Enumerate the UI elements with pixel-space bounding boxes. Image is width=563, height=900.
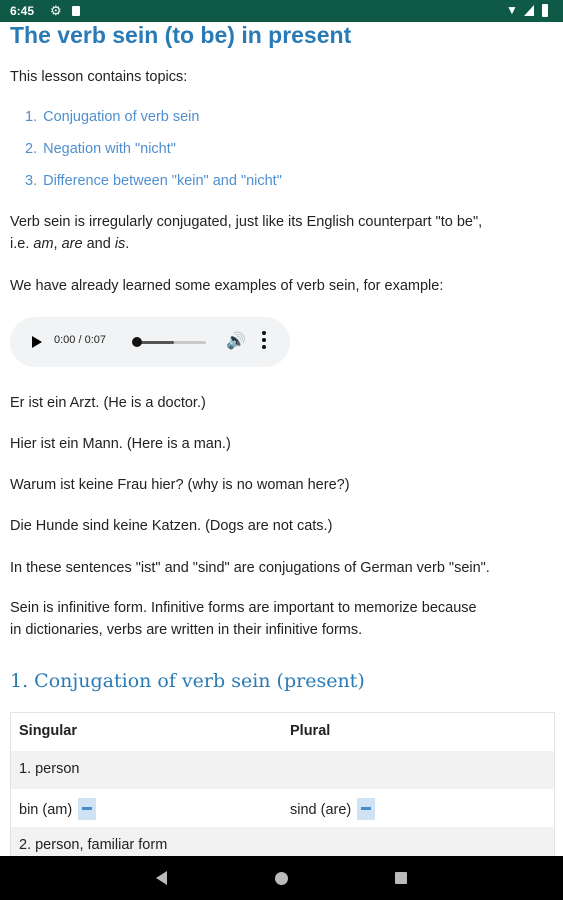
page-title: The verb sein (to be) in present xyxy=(10,22,352,48)
example-sentence-1: Er ist ein Arzt. (He is a doctor.) xyxy=(10,395,206,411)
table-cell: 1. person xyxy=(19,761,80,777)
more-options-icon[interactable] xyxy=(262,331,266,352)
separator: , xyxy=(53,236,62,252)
wifi-icon: ▼ xyxy=(506,3,518,17)
paragraph-text: Verb sein is irregularly conjugated, jus… xyxy=(10,214,483,230)
table-cell: bin (am) xyxy=(19,798,97,821)
table-cell: sind (are) xyxy=(290,798,376,821)
word-are: are xyxy=(61,236,83,252)
paragraph-examples-intro: We have already learned some examples of… xyxy=(10,278,444,294)
table-row: 2. person, familiar form xyxy=(11,827,554,856)
table-row: bin (am) sind (are) xyxy=(11,789,554,827)
example-sentence-2: Hier ist ein Mann. (Here is a man.) xyxy=(10,436,231,452)
topic-link-3[interactable]: 3. Difference between "kein" and "nicht" xyxy=(25,173,282,189)
topic-label: Difference between "kein" and "nicht" xyxy=(43,173,282,189)
table-header-row: Singular Plural xyxy=(11,713,554,751)
paragraph-text: in dictionaries, verbs are written in th… xyxy=(10,622,363,638)
status-time: 6:45 xyxy=(10,4,35,18)
speak-icon[interactable] xyxy=(357,798,376,820)
audio-time: 0:00 / 0:07 xyxy=(54,334,106,346)
section-title: 1. Conjugation of verb sein (present) xyxy=(10,670,365,692)
conjugation-text: bin (am) xyxy=(19,801,73,818)
gear-icon: ⚙ xyxy=(50,3,62,18)
separator: and xyxy=(82,236,115,252)
topic-number: 3. xyxy=(25,173,38,189)
paragraph-text: i.e. xyxy=(10,236,34,252)
topic-number: 2. xyxy=(25,141,38,157)
sd-card-icon xyxy=(72,6,80,16)
topic-label: Conjugation of verb sein xyxy=(43,109,200,125)
topic-link-1[interactable]: 1. Conjugation of verb sein xyxy=(25,109,199,125)
navigation-bar xyxy=(0,856,563,900)
word-is: is xyxy=(114,236,126,252)
topic-link-2[interactable]: 2. Negation with "nicht" xyxy=(25,141,176,157)
column-header-singular: Singular xyxy=(19,723,78,739)
audio-seek-handle[interactable] xyxy=(132,337,142,347)
word-am: am xyxy=(33,236,54,252)
topic-number: 1. xyxy=(25,109,38,125)
example-sentence-3: Warum ist keine Frau hier? (why is no wo… xyxy=(10,477,350,493)
back-icon[interactable] xyxy=(156,871,167,885)
conjugation-text: sind (are) xyxy=(290,801,352,818)
lesson-content[interactable]: The verb sein (to be) in present This le… xyxy=(0,22,563,856)
table-row: 1. person xyxy=(11,751,554,789)
paragraph-infinitive: Sein is infinitive form. Infinitive form… xyxy=(10,597,555,641)
topic-label: Negation with "nicht" xyxy=(43,141,176,157)
example-sentence-4: Die Hunde sind keine Katzen. (Dogs are n… xyxy=(10,518,333,534)
speak-icon[interactable] xyxy=(78,798,97,820)
play-icon[interactable] xyxy=(32,336,42,348)
table-cell: 2. person, familiar form xyxy=(19,837,168,853)
paragraph-irregular: Verb sein is irregularly conjugated, jus… xyxy=(10,211,555,255)
audio-player: 0:00 / 0:07 🔊 xyxy=(10,317,290,367)
signal-icon xyxy=(524,5,534,16)
paragraph-text: Sein is infinitive form. Infinitive form… xyxy=(10,600,477,616)
battery-icon xyxy=(542,4,548,17)
conjugation-table: Singular Plural 1. person bin (am) sind … xyxy=(10,712,555,856)
audio-seek-bar[interactable] xyxy=(134,341,206,344)
volume-icon[interactable]: 🔊 xyxy=(226,331,246,351)
status-bar: 6:45 ⚙ ▼ xyxy=(0,0,563,22)
home-icon[interactable] xyxy=(275,872,288,885)
column-header-plural: Plural xyxy=(290,723,331,739)
separator: . xyxy=(125,236,130,252)
lesson-intro: This lesson contains topics: xyxy=(10,69,188,85)
paragraph-conjugations: In these sentences "ist" and "sind" are … xyxy=(10,560,490,576)
recent-apps-icon[interactable] xyxy=(395,872,407,884)
